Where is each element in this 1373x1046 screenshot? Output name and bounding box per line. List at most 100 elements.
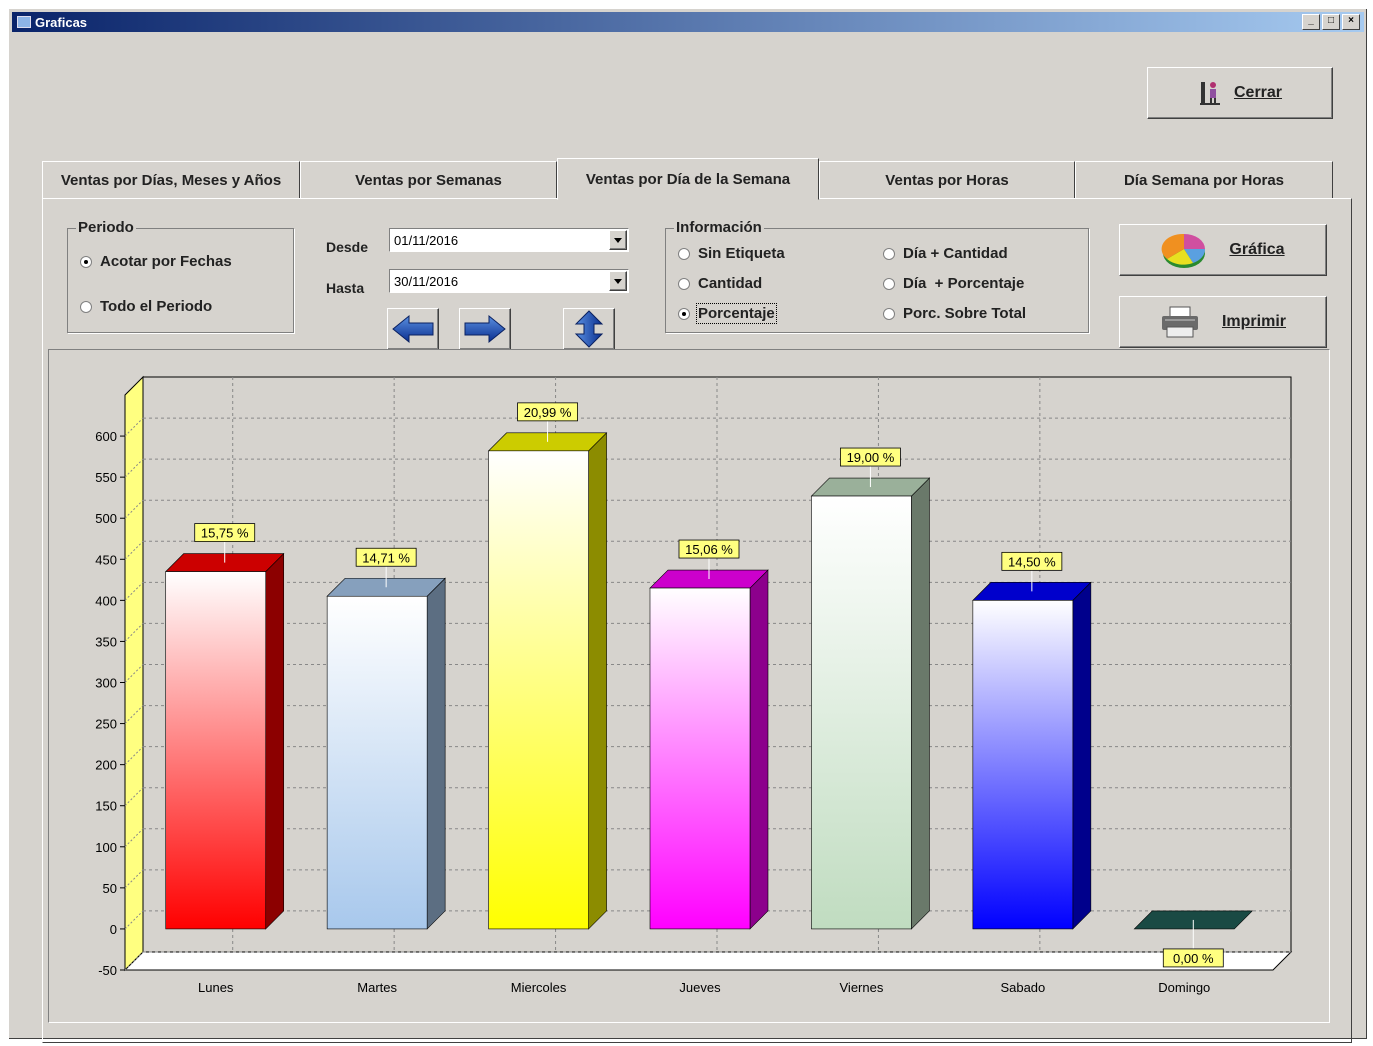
- hasta-date-field[interactable]: 30/11/2016: [389, 269, 629, 293]
- desde-date-field[interactable]: 01/11/2016: [389, 228, 629, 252]
- periodo-group: Periodo Acotar por Fechas Todo el Period…: [67, 219, 294, 333]
- radio-dot: [678, 277, 690, 290]
- radio-label: Porc. Sobre Total: [903, 305, 1027, 322]
- y-tick-label: 50: [103, 881, 117, 896]
- radio-dia-cantidad[interactable]: Día + Cantidad: [883, 245, 1008, 262]
- radio-label: Sin Etiqueta: [698, 245, 785, 262]
- minimize-button[interactable]: _: [1302, 14, 1320, 30]
- bar-side: [426, 577, 446, 930]
- floor: [123, 951, 1293, 971]
- y-tick-label: 150: [95, 799, 117, 814]
- tab-dia-semana[interactable]: Ventas por Día de la Semana: [557, 158, 819, 200]
- bar: [165, 571, 267, 930]
- tab-horas[interactable]: Ventas por Horas: [819, 161, 1075, 199]
- title-bar[interactable]: Graficas _ □ ×: [12, 12, 1364, 32]
- radio-porc-sobre-total[interactable]: Porc. Sobre Total: [883, 305, 1026, 322]
- graficas-window: Graficas _ □ × Cerrar Ventas por Días, M…: [8, 8, 1368, 1043]
- radio-label: Día + Cantidad: [903, 245, 1008, 262]
- x-tick-label: Viernes: [840, 980, 884, 995]
- x-tick-label: Martes: [357, 980, 397, 995]
- window-title: Graficas: [35, 14, 88, 30]
- printer-icon: [1161, 306, 1198, 338]
- informacion-title: Información: [674, 219, 764, 236]
- bar-side: [749, 569, 769, 930]
- data-label: 19,00 %: [847, 450, 895, 465]
- radio-dot: [883, 277, 895, 290]
- data-label: 0,00 %: [1173, 951, 1214, 966]
- bar-side: [588, 432, 607, 930]
- swap-dates-button[interactable]: [563, 308, 615, 350]
- y-tick-label: -50: [98, 963, 117, 978]
- y-tick-label: 550: [95, 470, 117, 485]
- desde-label: Desde: [326, 239, 369, 255]
- informacion-group: Información Sin Etiqueta Cantidad Porcen…: [665, 219, 1089, 333]
- radio-label: Porcentaje: [696, 303, 777, 324]
- radio-cantidad[interactable]: Cantidad: [678, 275, 762, 292]
- bar: [488, 450, 589, 930]
- tab-dias-meses-anos[interactable]: Ventas por Días, Meses y Años: [42, 161, 300, 199]
- arrow-right-icon: [464, 314, 506, 344]
- bar-side: [911, 477, 930, 930]
- y-tick-label: 500: [95, 511, 117, 526]
- y-tick-label: 450: [95, 552, 117, 567]
- x-tick-label: Sabado: [1000, 980, 1045, 995]
- x-tick-label: Lunes: [198, 980, 234, 995]
- x-tick-label: Jueves: [679, 980, 721, 995]
- radio-todo-periodo[interactable]: Todo el Periodo: [80, 298, 212, 315]
- arrow-left-icon: [392, 314, 434, 344]
- print-button[interactable]: Imprimir: [1119, 296, 1327, 348]
- radio-dot: [80, 255, 92, 268]
- maximize-button[interactable]: □: [1322, 14, 1340, 30]
- data-label: 15,06 %: [685, 542, 733, 557]
- tab-bar: Ventas por Días, Meses y Años Ventas por…: [42, 158, 1352, 200]
- close-button-label: Cerrar: [1233, 84, 1283, 101]
- y-tick-label: 250: [95, 717, 117, 732]
- data-label: 20,99 %: [524, 405, 572, 420]
- bar: [326, 595, 428, 930]
- y-tick-label: 100: [95, 840, 117, 855]
- bar-side: [265, 552, 285, 930]
- exit-person-icon: [1199, 82, 1220, 105]
- data-label: 15,75 %: [201, 526, 249, 541]
- chart-panel: -50 0 50 100 150 200 250 300 350 400 450 500 550 600 1…: [48, 349, 1330, 1023]
- periodo-title: Periodo: [76, 219, 136, 236]
- desde-dropdown-button[interactable]: [609, 230, 627, 250]
- pie-chart-icon: [1162, 233, 1206, 268]
- previous-period-button[interactable]: [387, 308, 439, 350]
- desde-value: 01/11/2016: [394, 232, 459, 248]
- hasta-dropdown-button[interactable]: [609, 271, 627, 291]
- radio-dia-porcentaje[interactable]: Día + Porcentaje: [883, 275, 1024, 292]
- y-tick-label: 300: [95, 676, 117, 691]
- next-period-button[interactable]: [459, 308, 511, 350]
- radio-label: Acotar por Fechas: [100, 253, 232, 270]
- bar: [649, 587, 751, 930]
- chart-button-label: Gráfica: [1229, 241, 1285, 258]
- tab-semanas[interactable]: Ventas por Semanas: [300, 161, 557, 199]
- radio-acotar-fechas[interactable]: Acotar por Fechas: [80, 253, 232, 270]
- close-button[interactable]: Cerrar: [1147, 67, 1333, 119]
- close-window-button[interactable]: ×: [1342, 14, 1360, 30]
- bar: [811, 495, 912, 930]
- bar-chart: -50 0 50 100 150 200 250 300 350 400 450 500 550 600 1…: [95, 375, 1293, 995]
- chevron-down-icon: [614, 278, 622, 284]
- radio-dot: [883, 307, 895, 320]
- radio-dot: [80, 300, 92, 313]
- hasta-label: Hasta: [326, 280, 365, 296]
- radio-label: Cantidad: [698, 275, 763, 292]
- y-tick-label: 400: [95, 593, 117, 608]
- app-icon: [17, 16, 31, 28]
- y-tick-label: 0: [110, 922, 117, 937]
- x-tick-label: Miercoles: [511, 980, 567, 995]
- x-tick-label: Domingo: [1158, 980, 1210, 995]
- radio-label: Día + Porcentaje: [903, 275, 1025, 292]
- bar: [972, 600, 1074, 930]
- data-label: 14,50 %: [1008, 554, 1056, 569]
- radio-sin-etiqueta[interactable]: Sin Etiqueta: [678, 245, 785, 262]
- chart-button[interactable]: Gráfica: [1119, 224, 1327, 276]
- hasta-value: 30/11/2016: [394, 273, 459, 289]
- y-tick-label: 600: [95, 429, 117, 444]
- radio-dot: [678, 247, 690, 260]
- tab-dia-semana-horas[interactable]: Día Semana por Horas: [1075, 161, 1333, 199]
- radio-porcentaje[interactable]: Porcentaje: [678, 303, 777, 324]
- data-label: 14,71 %: [362, 550, 410, 565]
